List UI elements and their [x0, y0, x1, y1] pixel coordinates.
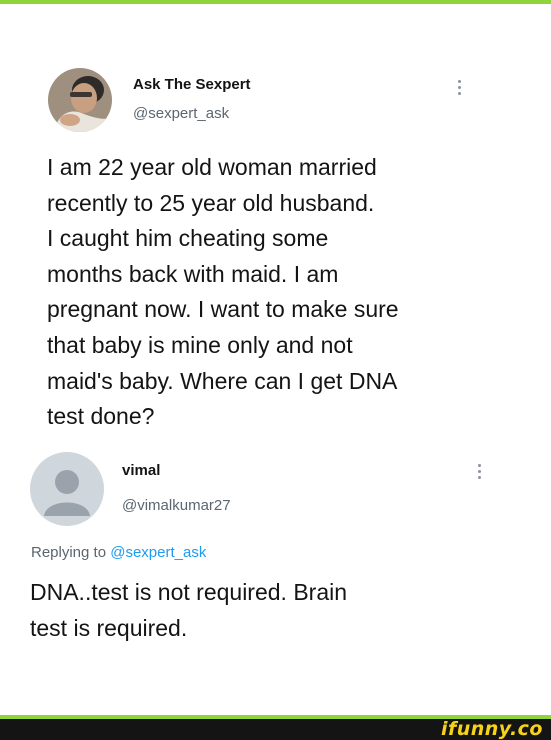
tweet-text-line: that baby is mine only and not: [47, 331, 353, 358]
replying-to-link[interactable]: @sexpert_ask: [110, 544, 206, 561]
portrait-image: [48, 68, 112, 132]
reply-text-line: test is required.: [30, 614, 188, 641]
tweet-text-line: maid's baby. Where can I get DNA: [47, 367, 398, 394]
display-name[interactable]: Ask The Sexpert: [133, 76, 251, 93]
watermark-bar: ifunny.co: [0, 715, 551, 740]
default-avatar-icon[interactable]: [30, 452, 104, 526]
replying-to-line: Replying to @sexpert_ask: [31, 544, 206, 561]
tweet-text-line: recently to 25 year old husband.: [47, 189, 375, 216]
reply-text-line: DNA..test is not required. Brain: [30, 579, 348, 605]
reply-text: DNA..test is not required. Brain test is…: [30, 575, 347, 646]
more-options-icon[interactable]: [478, 464, 482, 482]
more-options-icon[interactable]: [458, 80, 462, 98]
reply-tweet: vimal @vimalkumar27 Replying to @sexpert…: [0, 440, 551, 710]
user-handle[interactable]: @sexpert_ask: [133, 105, 229, 122]
original-tweet: Ask The Sexpert @sexpert_ask I am 22 yea…: [0, 0, 551, 440]
tweet-text: I am 22 year old woman married recently …: [47, 150, 399, 435]
tweet-text-line: pregnant now. I want to make sure: [47, 296, 399, 323]
replying-to-prefix: Replying to: [31, 544, 111, 561]
tweet-text-line: I caught him cheating some: [47, 225, 329, 252]
sexpert-avatar[interactable]: [48, 68, 112, 132]
user-handle[interactable]: @vimalkumar27: [122, 497, 231, 514]
ifunny-watermark: ifunny.co: [440, 718, 543, 740]
tweet-text-line: I am 22 year old woman married: [47, 154, 377, 180]
tweet-text-line: test done?: [47, 403, 155, 430]
tweet-text-line: months back with maid. I am: [47, 260, 339, 287]
display-name[interactable]: vimal: [122, 462, 160, 479]
